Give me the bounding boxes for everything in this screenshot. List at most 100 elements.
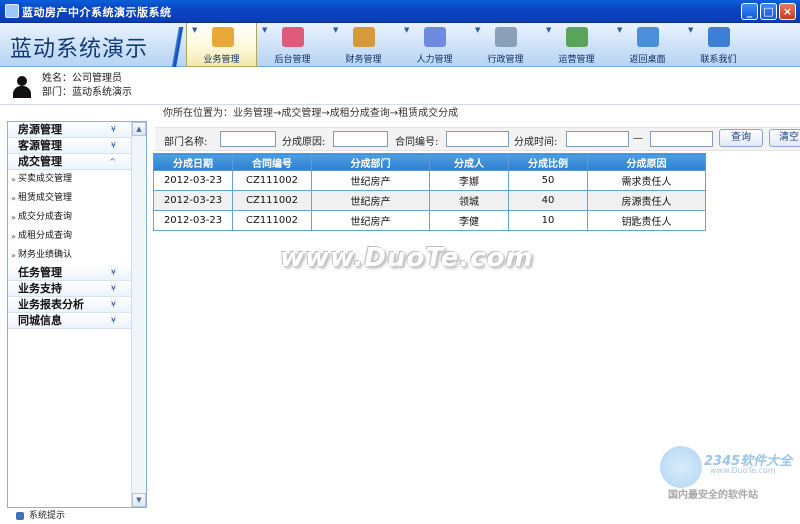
column-header[interactable]: 分成原因 [587, 153, 706, 171]
cell-date: 2012-03-23 [153, 190, 233, 211]
table-row[interactable]: 2012-03-23 CZ111002 世纪房产 领城 40 房源责任人 [153, 190, 706, 211]
brand-title: 蓝动系统演示 [10, 37, 149, 62]
cell-dept: 世纪房产 [311, 190, 430, 211]
cell-dept: 世纪房产 [311, 210, 430, 231]
nav-item-operations[interactable]: ▼ 运营管理 [541, 23, 612, 67]
sidebar-item-sale-deals[interactable]: 买卖成交管理 [8, 170, 146, 189]
nav-label: 人力管理 [416, 55, 453, 65]
title-bar[interactable]: 蓝动房产中介系统演示版系统 _ □ × [0, 0, 800, 23]
nav-label: 返回桌面 [629, 55, 666, 65]
nav-item-business[interactable]: ▼ 业务管理 [186, 23, 257, 67]
nav-item-admin[interactable]: ▼ 行政管理 [470, 23, 541, 67]
nav-label: 行政管理 [487, 55, 524, 65]
cell-ratio: 50 [508, 170, 588, 191]
section-label: 成交管理 [18, 155, 62, 168]
sidebar-section-reports[interactable]: 业务报表分析 ¥ [8, 297, 146, 313]
sidebar-scrollbar[interactable]: ▲ ▼ [131, 122, 146, 507]
cell-person: 李健 [429, 210, 509, 231]
nav-label: 后台管理 [274, 55, 311, 65]
watermark-text: www.DuoTe.com [280, 243, 534, 273]
section-label: 业务支持 [18, 282, 62, 295]
column-header[interactable]: 分成日期 [153, 153, 233, 171]
section-label: 房源管理 [18, 123, 62, 136]
dept-input[interactable] [220, 131, 276, 147]
column-header[interactable]: 分成比例 [508, 153, 588, 171]
sidebar-section-local-info[interactable]: 同城信息 ¥ [8, 313, 146, 329]
contract-input[interactable] [446, 131, 509, 147]
sidebar-section-deals[interactable]: 成交管理 ^ [8, 154, 146, 170]
section-label: 业务报表分析 [18, 298, 84, 311]
sidebar-section-customers[interactable]: 客源管理 ¥ [8, 138, 146, 154]
contact-icon [708, 27, 730, 47]
user-info: 姓名：公司管理员 部门：蓝动系统演示 [42, 72, 132, 100]
chevron-down-icon: ¥ [110, 125, 116, 134]
table-row[interactable]: 2012-03-23 CZ111002 世纪房产 李健 10 钥匙责任人 [153, 210, 706, 231]
cell-person: 李娜 [429, 170, 509, 191]
nav-item-contact[interactable]: ▼ 联系我们 [683, 23, 754, 67]
minimize-button[interactable]: _ [741, 3, 758, 20]
chevron-down-icon: ▼ [192, 26, 198, 34]
system-tips[interactable]: 系统提示 [7, 508, 147, 524]
sidebar-section-tasks[interactable]: 任务管理 ¥ [8, 265, 146, 281]
sidebar-item-deal-split-query[interactable]: 成交分成查询 [8, 208, 146, 227]
bar-chart-icon [566, 27, 588, 47]
app-icon [5, 4, 19, 18]
cell-person: 领城 [429, 190, 509, 211]
cell-date: 2012-03-23 [153, 170, 233, 191]
chevron-down-icon: ¥ [110, 284, 116, 293]
shopping-bag-icon [282, 27, 304, 47]
window-title: 蓝动房产中介系统演示版系统 [22, 6, 172, 19]
nav-label: 财务管理 [345, 55, 382, 65]
time-start-input[interactable] [566, 131, 629, 147]
column-header[interactable]: 分成部门 [311, 153, 430, 171]
query-button[interactable]: 查询 [719, 129, 763, 147]
window-controls: _ □ × [741, 3, 796, 20]
user-dept: 部门：蓝动系统演示 [42, 87, 132, 98]
sidebar-item-rental-split-query[interactable]: 成租分成查询 [8, 227, 146, 246]
sidebar-item-finance-confirm[interactable]: 财务业绩确认 [8, 246, 146, 265]
desktop-icon [637, 27, 659, 47]
chevron-down-icon: ¥ [110, 300, 116, 309]
column-header[interactable]: 分成人 [429, 153, 509, 171]
nav-item-finance[interactable]: ▼ 财务管理 [328, 23, 399, 67]
nav-item-desktop[interactable]: ▼ 返回桌面 [612, 23, 683, 67]
chevron-down-icon: ▼ [333, 26, 339, 34]
column-header[interactable]: 合同编号 [232, 153, 312, 171]
user-avatar-icon [13, 76, 31, 98]
sidebar-item-rental-deals[interactable]: 租赁成交管理 [8, 189, 146, 208]
time-dash: — [633, 133, 643, 144]
maximize-button[interactable]: □ [760, 3, 777, 20]
filter-bar: 部门名称: 分成原因: 合同编号: 分成时间: — 查询 清空 [155, 127, 800, 151]
logo-mascot-icon [660, 446, 702, 488]
chevron-down-icon: ▼ [262, 26, 268, 34]
reason-input[interactable] [333, 131, 388, 147]
cell-dept: 世纪房产 [311, 170, 430, 191]
scroll-down-icon[interactable]: ▼ [132, 493, 146, 507]
close-button[interactable]: × [779, 3, 796, 20]
admin-icon [495, 27, 517, 47]
nav-item-backend[interactable]: ▼ 后台管理 [257, 23, 328, 67]
section-label: 同城信息 [18, 314, 62, 327]
breadcrumb: 你所在位置为：业务管理→成交管理→成租分成查询→租赁成交分成 [163, 108, 459, 119]
chevron-down-icon: ¥ [110, 141, 116, 150]
split-table: 分成日期 合同编号 分成部门 分成人 分成比例 分成原因 2012-03-23 … [153, 153, 706, 231]
scroll-up-icon[interactable]: ▲ [132, 122, 146, 136]
chevron-down-icon: ▼ [617, 26, 623, 34]
sidebar-section-listings[interactable]: 房源管理 ¥ [8, 122, 146, 138]
cell-date: 2012-03-23 [153, 210, 233, 231]
nav-item-hr[interactable]: ▼ 人力管理 [399, 23, 470, 67]
cell-ratio: 10 [508, 210, 588, 231]
clear-button[interactable]: 清空 [769, 129, 800, 147]
cell-contract: CZ111002 [232, 210, 312, 231]
user-info-bar: 姓名：公司管理员 部门：蓝动系统演示 [0, 67, 800, 105]
user-name: 姓名：公司管理员 [42, 73, 122, 84]
table-row[interactable]: 2012-03-23 CZ111002 世纪房产 李娜 50 需求责任人 [153, 170, 706, 191]
cell-reason: 钥匙责任人 [587, 210, 706, 231]
time-end-input[interactable] [650, 131, 713, 147]
sidebar-section-support[interactable]: 业务支持 ¥ [8, 281, 146, 297]
logo-url: www.DuoTe.com [710, 466, 776, 475]
brand-separator [170, 27, 184, 67]
coins-icon [353, 27, 375, 47]
chevron-down-icon: ▼ [404, 26, 410, 34]
people-icon [424, 27, 446, 47]
